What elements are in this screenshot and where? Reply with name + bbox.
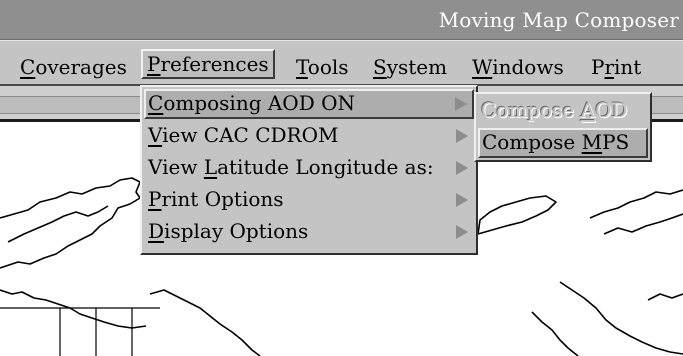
- submenu-arrow-icon: [456, 161, 468, 175]
- window-title: Moving Map Composer: [438, 8, 679, 32]
- submenu-arrow-icon: [456, 225, 468, 239]
- menu-item-composing-aod[interactable]: Composing AOD ON: [144, 89, 474, 119]
- submenu-item-compose-mps[interactable]: Compose MPS: [478, 128, 648, 158]
- preferences-dropdown: Composing AOD ON View CAC CDROM View Lat…: [140, 85, 478, 255]
- menu-coverages[interactable]: Coverages: [14, 52, 133, 82]
- submenu-item-compose-aod[interactable]: Compose AOD: [478, 96, 648, 126]
- menu-windows[interactable]: Windows: [466, 52, 570, 82]
- menu-tools[interactable]: Tools: [290, 52, 355, 82]
- menu-preferences[interactable]: Preferences: [141, 49, 275, 79]
- coastline-asia-lower: [559, 281, 683, 355]
- coastline-siberia-south: [603, 213, 683, 235]
- coastline-greenland: [0, 177, 141, 269]
- menu-print[interactable]: Print: [585, 52, 647, 82]
- menu-item-print-options[interactable]: Print Options: [144, 185, 474, 215]
- title-bar: Moving Map Composer: [0, 0, 683, 40]
- coastline-siberia: [589, 189, 683, 219]
- submenu-arrow-icon: [455, 97, 467, 111]
- menu-system[interactable]: System: [367, 52, 453, 82]
- compose-submenu: Compose AOD Compose MPS: [474, 92, 652, 162]
- menu-item-view-lat-long[interactable]: View Latitude Longitude as:: [144, 153, 474, 183]
- menu-bar: Coverages Preferences Tools System Windo…: [0, 40, 683, 86]
- coastline-europe-lower: [531, 311, 579, 356]
- coastline-europe: [477, 195, 557, 235]
- submenu-arrow-icon: [456, 129, 468, 143]
- coastline-baffin: [149, 289, 261, 356]
- coastline-island-east: [647, 293, 683, 301]
- submenu-arrow-icon: [456, 193, 468, 207]
- menu-item-view-cac-cdrom[interactable]: View CAC CDROM: [144, 121, 474, 151]
- menu-item-display-options[interactable]: Display Options: [144, 217, 474, 247]
- coastline-island-west: [0, 289, 147, 329]
